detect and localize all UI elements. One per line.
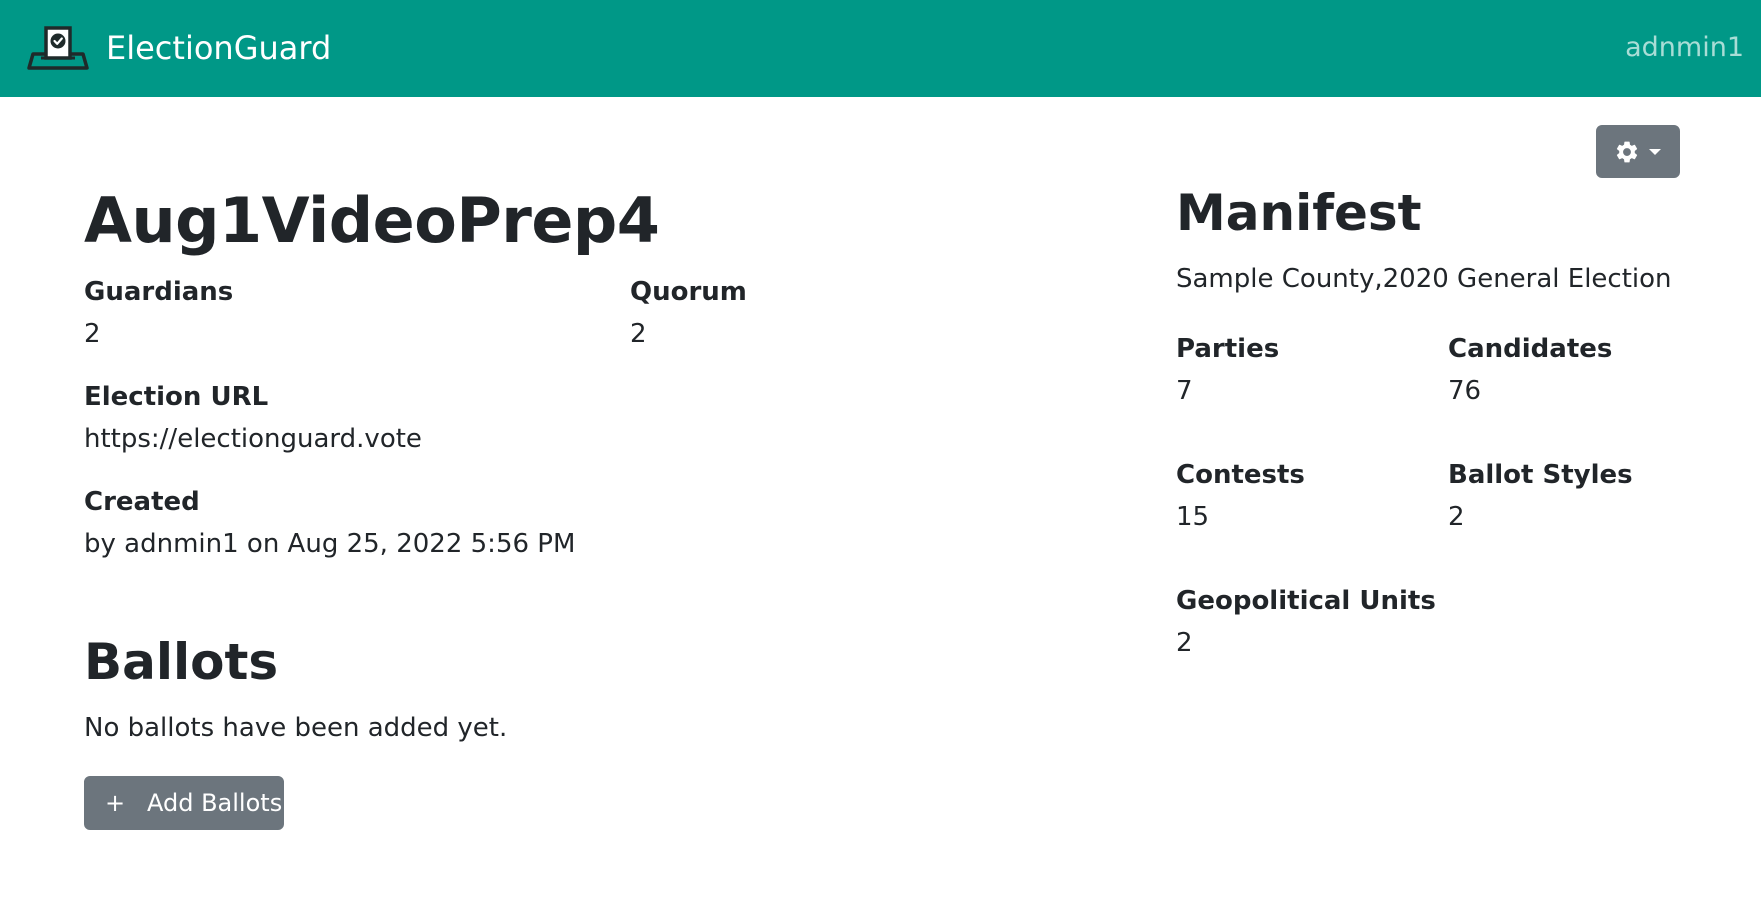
plus-icon: +: [105, 789, 126, 817]
top-navbar: ElectionGuard adnmin1: [0, 0, 1761, 97]
ballots-heading: Ballots: [84, 633, 279, 691]
created-label: Created: [84, 487, 200, 517]
contests-value: 15: [1176, 502, 1210, 532]
brand-name: ElectionGuard: [106, 29, 332, 67]
add-ballots-button[interactable]: + Add Ballots: [84, 776, 284, 830]
manifest-subtitle: Sample County,2020 General Election: [1176, 264, 1672, 294]
quorum-label: Quorum: [630, 277, 747, 307]
election-url-label: Election URL: [84, 382, 269, 412]
election-title: Aug1VideoPrep4: [84, 184, 660, 257]
brand-link[interactable]: ElectionGuard: [27, 24, 331, 72]
election-url-value: https://electionguard.vote: [84, 424, 422, 454]
user-menu-link[interactable]: adnmin1: [1625, 30, 1744, 66]
settings-dropdown-button[interactable]: [1596, 125, 1680, 178]
guardians-label: Guardians: [84, 277, 234, 307]
candidates-value: 76: [1448, 376, 1482, 406]
caret-down-icon: [1649, 148, 1661, 155]
ballot-box-logo-icon: [27, 26, 89, 70]
parties-label: Parties: [1176, 334, 1280, 364]
no-ballots-message: No ballots have been added yet.: [84, 713, 508, 743]
geopolitical-units-value: 2: [1176, 628, 1193, 658]
ballot-styles-label: Ballot Styles: [1448, 460, 1633, 490]
candidates-label: Candidates: [1448, 334, 1613, 364]
created-value: by adnmin1 on Aug 25, 2022 5:56 PM: [84, 529, 576, 559]
add-ballots-label: Add Ballots: [147, 789, 283, 817]
manifest-heading: Manifest: [1176, 184, 1422, 242]
parties-value: 7: [1176, 376, 1193, 406]
ballot-styles-value: 2: [1448, 502, 1465, 532]
contests-label: Contests: [1176, 460, 1305, 490]
guardians-value: 2: [84, 319, 101, 349]
gear-icon: [1616, 141, 1638, 162]
geopolitical-units-label: Geopolitical Units: [1176, 586, 1436, 616]
quorum-value: 2: [630, 319, 647, 349]
